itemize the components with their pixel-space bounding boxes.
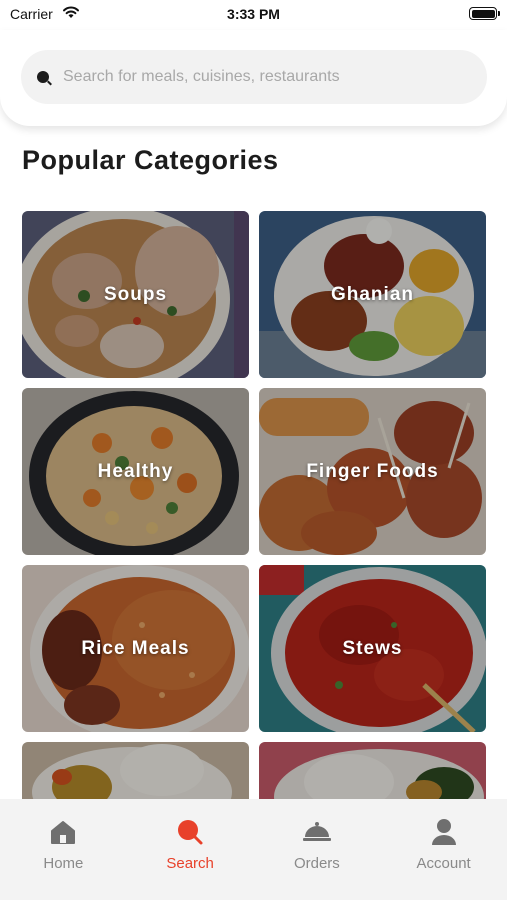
home-icon [51, 821, 76, 844]
tab-orders[interactable]: Orders [254, 799, 381, 900]
category-grid: Soups Ghanian Healthy Finger Foods Rice … [22, 211, 486, 802]
tab-label: Home [43, 855, 84, 872]
search-bar[interactable] [21, 50, 487, 104]
category-card-rice-meals[interactable]: Rice Meals [22, 565, 249, 732]
search-input[interactable] [63, 68, 463, 86]
category-card-finger-foods[interactable]: Finger Foods [259, 388, 486, 555]
tab-home[interactable]: Home [0, 799, 127, 900]
search-icon [178, 820, 203, 845]
cloche-icon [302, 822, 331, 841]
battery-icon [469, 7, 500, 20]
category-label: Soups [103, 283, 168, 305]
search-icon [37, 71, 49, 83]
tab-label: Account [416, 855, 471, 872]
section-title: Popular Categories [22, 145, 279, 175]
user-icon [431, 819, 456, 845]
category-card-partial[interactable] [259, 742, 486, 802]
tab-account[interactable]: Account [380, 799, 507, 900]
search-panel [0, 30, 507, 126]
category-label: Ghanian [330, 283, 414, 305]
category-card-healthy[interactable]: Healthy [22, 388, 249, 555]
tab-label: Search [166, 855, 214, 872]
category-card-stews[interactable]: Stews [259, 565, 486, 732]
category-label: Stews [342, 637, 403, 659]
tab-bar: Home Search Orders Account [0, 799, 507, 900]
category-label: Finger Foods [306, 460, 439, 482]
tab-label: Orders [293, 855, 340, 872]
category-card-soups[interactable]: Soups [22, 211, 249, 378]
category-label: Rice Meals [81, 637, 190, 659]
status-bar: Carrier 3:33 PM [0, 0, 507, 30]
status-time: 3:33 PM [227, 6, 280, 22]
category-card-partial[interactable] [22, 742, 249, 802]
category-card-ghanian[interactable]: Ghanian [259, 211, 486, 378]
tab-search[interactable]: Search [127, 799, 254, 900]
category-label: Healthy [97, 460, 174, 482]
